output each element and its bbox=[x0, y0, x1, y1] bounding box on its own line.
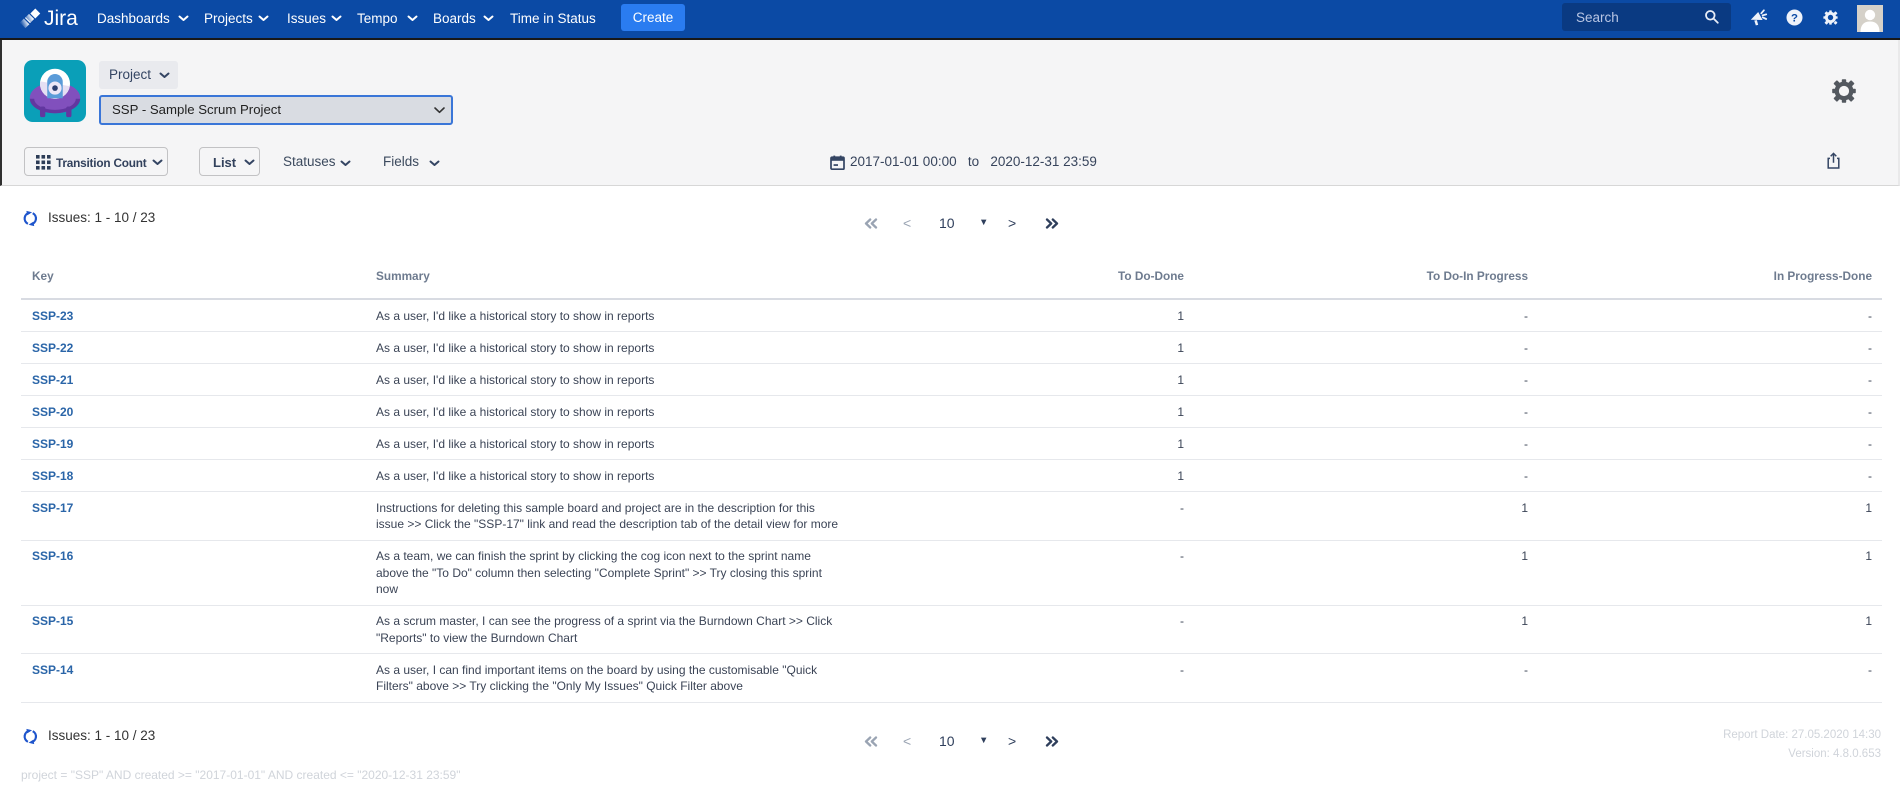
svg-text:?: ? bbox=[1791, 13, 1798, 25]
